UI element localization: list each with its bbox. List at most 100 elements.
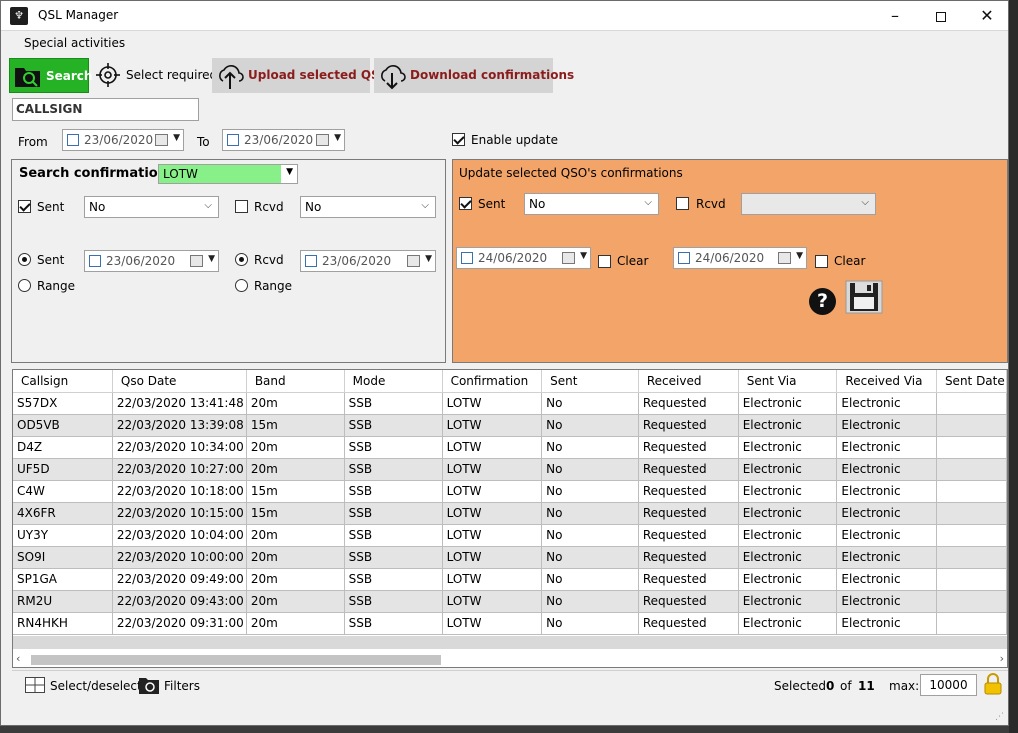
column-header[interactable]: Sent Via [738,370,838,393]
column-header[interactable]: Sent [541,370,639,393]
update-panel-title: Update selected QSO's confirmations [459,166,683,180]
search-sent-checkbox[interactable] [18,200,31,213]
table-row[interactable]: D4Z 22/03/2020 10:34:00 20m SSB LOTW No Reques… [13,436,1007,459]
table-cell: Electronic [738,568,838,591]
table-cell: LOTW [442,480,543,503]
max-input[interactable]: 10000 [920,674,977,696]
update-date-2-checkbox[interactable] [678,252,690,264]
sent-date-picker[interactable]: 23/06/2020 ▼ [84,250,219,272]
scrollbar-thumb[interactable] [31,655,441,665]
confirmation-type-select[interactable]: LOTW ▼ [158,164,298,184]
table-cell: No [541,524,639,547]
table-cell: LOTW [442,436,543,459]
table-cell [936,502,1007,525]
sent-date-checkbox[interactable] [89,255,101,267]
filters-icon[interactable] [138,675,160,695]
upload-selected-qso-button[interactable]: Upload selected QSO [212,58,390,93]
rcvd-date-radio[interactable] [235,253,248,266]
search-sent-select[interactable]: No ⌵ [84,196,219,218]
search-button[interactable]: Search [9,58,92,93]
table-row[interactable]: UY3Y 22/03/2020 10:04:00 20m SSB LOTW No Reque… [13,524,1007,547]
to-date-picker[interactable]: 23/06/2020 ▼ [222,129,345,151]
table-cell: Electronic [738,458,838,481]
save-icon[interactable] [845,280,883,314]
table-cell: Requested [638,590,739,613]
search-sent-label: Sent [37,200,65,214]
table-row[interactable]: UF5D 22/03/2020 10:27:00 20m SSB LOTW No Reque… [13,458,1007,481]
select-required-button[interactable]: Select required [93,58,217,93]
table-row[interactable]: SP1GA 22/03/2020 09:49:00 20m SSB LOTW No Requ… [13,568,1007,591]
select-required-label: Select required [126,68,218,82]
resize-grip-icon[interactable]: ⋰ [995,712,1004,722]
table-cell: No [541,612,639,635]
table-cell: SSB [344,568,443,591]
table-row[interactable]: SO9I 22/03/2020 10:00:00 20m SSB LOTW No Reque… [13,546,1007,569]
scroll-right-icon[interactable]: › [1000,652,1004,665]
table-row[interactable]: 4X6FR 22/03/2020 10:15:00 15m SSB LOTW No Requ… [13,502,1007,525]
clear-1-checkbox[interactable] [598,255,611,268]
close-button[interactable]: ✕ [964,1,1010,31]
qso-grid[interactable]: Callsign Qso Date Band Mode Confirmation Sent… [12,369,1008,668]
maximize-button[interactable] [918,1,964,31]
table-cell: Electronic [738,546,838,569]
filters-button[interactable]: Filters [164,679,200,693]
update-date-picker-2[interactable]: 24/06/2020 ▼ [673,247,807,269]
chevron-down-icon: ▼ [580,251,587,261]
to-label: To [197,135,210,149]
scroll-left-icon[interactable]: ‹ [16,652,20,665]
rcvd-date-checkbox[interactable] [305,255,317,267]
table-cell: 22/03/2020 10:27:00 [112,458,247,481]
column-header[interactable]: Received Via [836,370,937,393]
horizontal-scrollbar[interactable]: ‹ › [13,651,1007,667]
table-cell: 20m [246,436,345,459]
update-sent-select[interactable]: No ⌵ [524,193,659,215]
table-cell: Requested [638,612,739,635]
column-header[interactable]: Mode [344,370,443,393]
help-icon[interactable]: ? [809,288,836,315]
column-header[interactable]: Band [246,370,345,393]
column-header[interactable]: Sent Date [936,370,1007,393]
sent-date-radio[interactable] [18,253,31,266]
column-header[interactable]: Qso Date [112,370,247,393]
download-confirmations-button[interactable]: Download confirmations [374,58,574,93]
enable-update-checkbox[interactable] [452,133,465,146]
table-cell: 22/03/2020 09:49:00 [112,568,247,591]
search-rcvd-checkbox[interactable] [235,200,248,213]
minimize-button[interactable]: – [872,1,918,31]
search-sent-value: No [89,200,106,214]
update-rcvd-select[interactable]: ⌵ [741,193,876,215]
update-date-picker-1[interactable]: 24/06/2020 ▼ [456,247,591,269]
column-header[interactable]: Received [638,370,739,393]
chevron-down-icon: ▼ [796,251,803,261]
from-date-checkbox[interactable] [67,134,79,146]
qso-table: Callsign Qso Date Band Mode Confirmation Sent… [13,370,1007,635]
column-header[interactable]: Callsign [13,370,113,393]
table-row[interactable]: RN4HKH 22/03/2020 09:31:00 20m SSB LOTW No Req… [13,612,1007,635]
table-row[interactable]: S57DX 22/03/2020 13:41:48 20m SSB LOTW No Requ… [13,392,1007,415]
select-deselect-icon[interactable] [25,677,45,693]
lock-icon[interactable] [984,673,1002,695]
table-cell: LOTW [442,524,543,547]
rcvd-range-radio[interactable] [235,279,248,292]
update-date-1-checkbox[interactable] [461,252,473,264]
clear-2-checkbox[interactable] [815,255,828,268]
table-row[interactable]: OD5VB 22/03/2020 13:39:08 15m SSB LOTW No Requ… [13,414,1007,437]
from-date-picker[interactable]: 23/06/2020 ▼ [62,129,184,151]
table-cell: S57DX [13,392,113,415]
search-rcvd-select[interactable]: No ⌵ [300,196,436,218]
table-cell: SO9I [13,546,113,569]
table-row[interactable]: RM2U 22/03/2020 09:43:00 20m SSB LOTW No Reque… [13,590,1007,613]
callsign-input[interactable]: CALLSIGN [12,98,199,121]
menu-special-activities[interactable]: Special activities [24,36,125,50]
sent-range-radio[interactable] [18,279,31,292]
column-header[interactable]: Confirmation [442,370,543,393]
table-cell: 22/03/2020 13:39:08 [112,414,247,437]
to-date-checkbox[interactable] [227,134,239,146]
update-sent-checkbox[interactable] [459,197,472,210]
table-row[interactable]: C4W 22/03/2020 10:18:00 15m SSB LOTW No Reques… [13,480,1007,503]
table-cell: Electronic [738,524,838,547]
update-rcvd-checkbox[interactable] [676,197,689,210]
rcvd-date-picker[interactable]: 23/06/2020 ▼ [300,250,436,272]
calendar-icon [190,255,203,267]
select-deselect-button[interactable]: Select/deselect [50,679,142,693]
